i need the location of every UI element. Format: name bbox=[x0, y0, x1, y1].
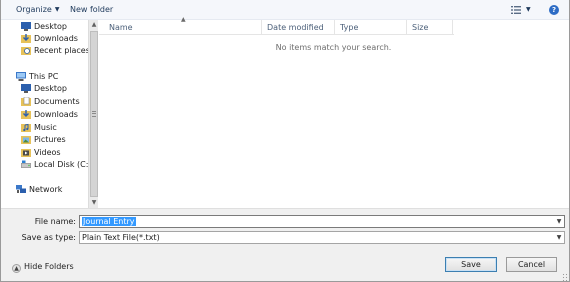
videos-icon bbox=[21, 149, 31, 157]
navigation-scrollbar[interactable]: ▲ ▼ bbox=[88, 20, 98, 208]
nav-item-label: Network bbox=[29, 185, 63, 194]
nav-item-label: Desktop bbox=[34, 84, 67, 93]
navigation-pane: Desktop Downloads Recent places This PC … bbox=[1, 20, 88, 208]
documents-icon bbox=[21, 97, 31, 106]
column-header-size[interactable]: Size bbox=[407, 20, 453, 35]
network-icon bbox=[16, 185, 26, 193]
desktop-icon bbox=[21, 22, 31, 31]
save-as-type-select[interactable]: Plain Text File(*.txt) ▼ bbox=[79, 231, 565, 244]
column-header-type[interactable]: Type bbox=[335, 20, 407, 35]
music-icon bbox=[21, 123, 31, 132]
toolbar: Organize ▼ New folder ▼ ? bbox=[1, 0, 569, 20]
nav-item-label: Recent places bbox=[34, 46, 88, 55]
desktop-icon bbox=[21, 84, 31, 93]
file-name-field[interactable]: Journal Entry ▼ bbox=[79, 215, 565, 228]
save-as-dialog: Organize ▼ New folder ▼ ? Desktop Downloa… bbox=[0, 0, 570, 282]
chevron-down-icon: ▼ bbox=[526, 6, 531, 13]
organize-label: Organize bbox=[16, 5, 52, 14]
chevron-down-icon: ▼ bbox=[54, 6, 60, 13]
file-name-value[interactable]: Journal Entry bbox=[82, 217, 136, 226]
save-as-type-value: Plain Text File(*.txt) bbox=[82, 233, 160, 242]
local-disk-icon bbox=[21, 160, 31, 168]
nav-item-label: Documents bbox=[34, 97, 80, 106]
chevron-down-icon[interactable]: ▼ bbox=[554, 216, 564, 227]
hide-folders-button[interactable]: ▲ Hide Folders bbox=[12, 261, 74, 273]
save-as-type-label: Save as type: bbox=[21, 233, 76, 242]
downloads-icon bbox=[21, 34, 31, 43]
column-header-date-modified[interactable]: Date modified bbox=[262, 20, 335, 35]
resize-grip-icon[interactable] bbox=[562, 273, 569, 281]
new-folder-button[interactable]: New folder bbox=[66, 3, 117, 17]
sort-ascending-icon: ▲ bbox=[181, 16, 186, 23]
scroll-up-icon[interactable]: ▲ bbox=[89, 20, 99, 30]
hide-folders-label: Hide Folders bbox=[24, 262, 74, 271]
grip-icon bbox=[92, 111, 96, 117]
view-options-icon bbox=[511, 6, 521, 14]
nav-item-label: Pictures bbox=[34, 135, 66, 144]
column-header-row: Name ▲ Date modified Type Size bbox=[99, 16, 454, 35]
scroll-down-icon[interactable]: ▼ bbox=[89, 198, 99, 208]
help-icon[interactable]: ? bbox=[549, 5, 559, 15]
save-options-panel: File name: Journal Entry ▼ Save as type:… bbox=[1, 208, 569, 281]
downloads-icon bbox=[21, 110, 31, 119]
organize-button[interactable]: Organize ▼ bbox=[12, 3, 63, 17]
nav-item-label: Local Disk (C:) bbox=[34, 160, 88, 169]
cancel-button[interactable]: Cancel bbox=[506, 257, 557, 272]
nav-item-label: Downloads bbox=[34, 110, 78, 119]
file-name-label: File name: bbox=[34, 217, 76, 226]
recent-places-icon bbox=[21, 47, 31, 55]
pictures-icon bbox=[21, 136, 31, 144]
chevron-down-icon[interactable]: ▼ bbox=[554, 232, 564, 243]
file-list[interactable]: Name ▲ Date modified Type Size No items … bbox=[99, 16, 569, 208]
this-pc-icon bbox=[16, 72, 26, 81]
save-button[interactable]: Save bbox=[445, 257, 497, 272]
empty-message: No items match your search. bbox=[275, 43, 392, 52]
view-options-button[interactable]: ▼ bbox=[507, 3, 533, 17]
chevron-up-icon: ▲ bbox=[12, 264, 21, 273]
scrollbar-thumb[interactable] bbox=[90, 31, 98, 197]
